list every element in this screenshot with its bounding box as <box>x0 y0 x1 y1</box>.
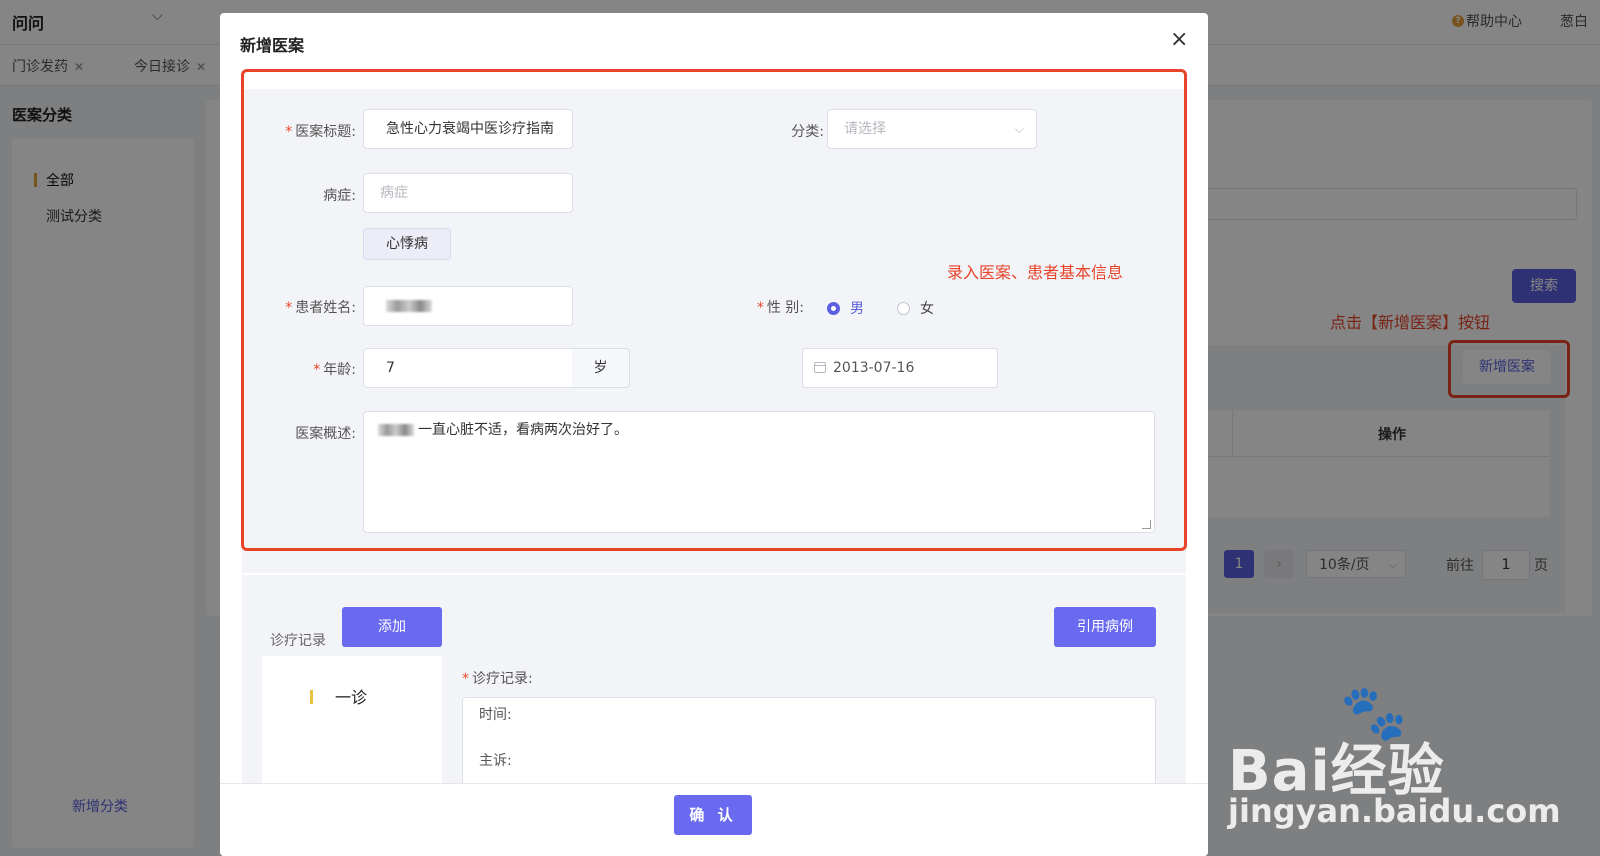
record-item-label: 一诊 <box>335 688 368 707</box>
new-case-dialog: 新增医案 × * 医案标题: 急性心力衰竭中医诊疗指南 分类: 请选择 ⌵ 病症:… <box>220 13 1208 856</box>
confirm-button[interactable]: 确 认 <box>674 795 752 835</box>
records-list: 一诊 <box>262 656 442 796</box>
record-line-complaint: 主诉: <box>479 753 512 769</box>
cite-case-button[interactable]: 引用病例 <box>1054 607 1156 647</box>
record-line-time: 时间: <box>479 707 512 723</box>
active-indicator <box>310 690 313 704</box>
watermark-url: jingyan.baidu.com <box>1228 792 1561 830</box>
record-item-first[interactable]: 一诊 <box>310 684 367 708</box>
record-field-label-text: 诊疗记录: <box>472 671 533 687</box>
highlight-box <box>241 69 1187 551</box>
record-field-label: * 诊疗记录: <box>462 671 533 687</box>
add-record-button[interactable]: 添加 <box>342 607 442 647</box>
close-icon[interactable]: × <box>1170 29 1188 51</box>
baidu-watermark: 🐾 Bai经验 jingyan.baidu.com <box>1228 682 1568 831</box>
dialog-footer: 确 认 <box>220 783 1208 856</box>
records-label: 诊疗记录 <box>270 633 326 649</box>
dialog-title: 新增医案 <box>240 36 305 55</box>
